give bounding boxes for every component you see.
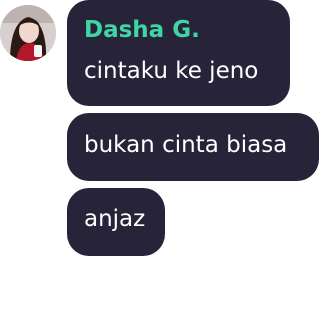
sender-name: Dasha G. [84,17,200,43]
chat-screenshot: Dasha G. cintaku ke jeno bukan cinta bia… [0,0,320,310]
profile-photo-icon [0,5,56,61]
message-text: cintaku ke jeno [84,58,259,84]
message-bubble[interactable]: Dasha G. cintaku ke jeno [67,0,290,106]
message-bubble[interactable]: bukan cinta biasa [67,113,319,181]
message-bubble[interactable]: anjaz [67,188,165,256]
message-text: bukan cinta biasa [84,132,288,158]
message-text: anjaz [84,206,146,232]
avatar[interactable] [0,5,56,61]
